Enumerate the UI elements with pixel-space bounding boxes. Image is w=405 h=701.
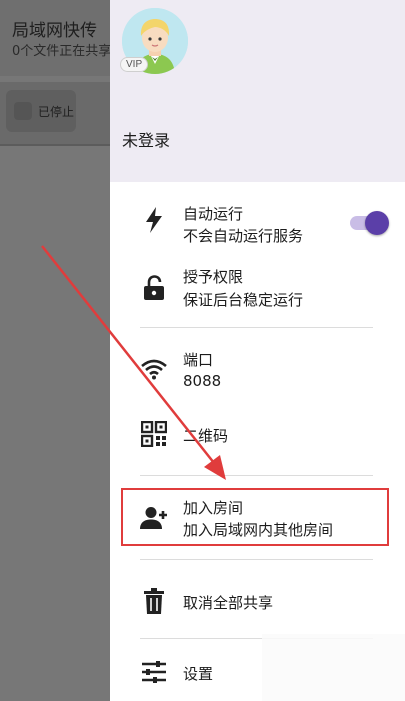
menu-item-qrcode[interactable]: 二维码: [110, 410, 405, 460]
unlock-icon: [140, 274, 168, 302]
wifi-icon: [140, 355, 168, 383]
share-card: 已停止: [0, 82, 112, 146]
menu-item-title: 设置: [183, 665, 214, 683]
annotation-highlight-box: [121, 488, 389, 546]
toggle-knob: [365, 211, 389, 235]
menu-item-title: 二维码: [183, 427, 229, 445]
menu-item-subtitle: 不会自动运行服务: [183, 227, 304, 245]
menu-item-title: 自动运行: [183, 205, 244, 223]
watermark: [262, 634, 405, 701]
bolt-icon: [140, 206, 168, 234]
status-chip-label: 已停止: [38, 104, 75, 119]
status-chip: 已停止: [6, 90, 76, 132]
status-checkbox: [14, 102, 32, 120]
app-title: 局域网快传: [12, 21, 97, 41]
divider: [140, 327, 373, 328]
auto-run-toggle[interactable]: [350, 210, 389, 236]
menu-item-subtitle: 保证后台稳定运行: [183, 291, 304, 309]
drawer-header: VIP 未登录: [110, 0, 405, 182]
menu-item-port[interactable]: 端口 8088: [110, 343, 405, 399]
divider: [140, 475, 373, 476]
login-status[interactable]: 未登录: [122, 127, 170, 151]
port-number: 8088: [183, 372, 222, 390]
vip-badge: VIP: [120, 57, 149, 72]
menu-item-grant-permission[interactable]: 授予权限 保证后台稳定运行: [110, 260, 405, 316]
app-subtitle: 0个文件正在共享: [12, 44, 112, 59]
menu-item-title: 取消全部共享: [183, 594, 274, 612]
menu-item-title: 端口: [183, 351, 214, 369]
divider: [140, 559, 373, 560]
navigation-drawer: VIP 未登录 自动运行 不会自动运行服务 授予权限 保证后台稳定运行 端口 8…: [110, 0, 405, 701]
sliders-icon: [140, 658, 168, 686]
qrcode-icon: [140, 420, 168, 448]
menu-item-title: 授予权限: [183, 268, 244, 286]
menu-item-cancel-share[interactable]: 取消全部共享: [110, 576, 405, 626]
trash-icon: [140, 587, 168, 615]
